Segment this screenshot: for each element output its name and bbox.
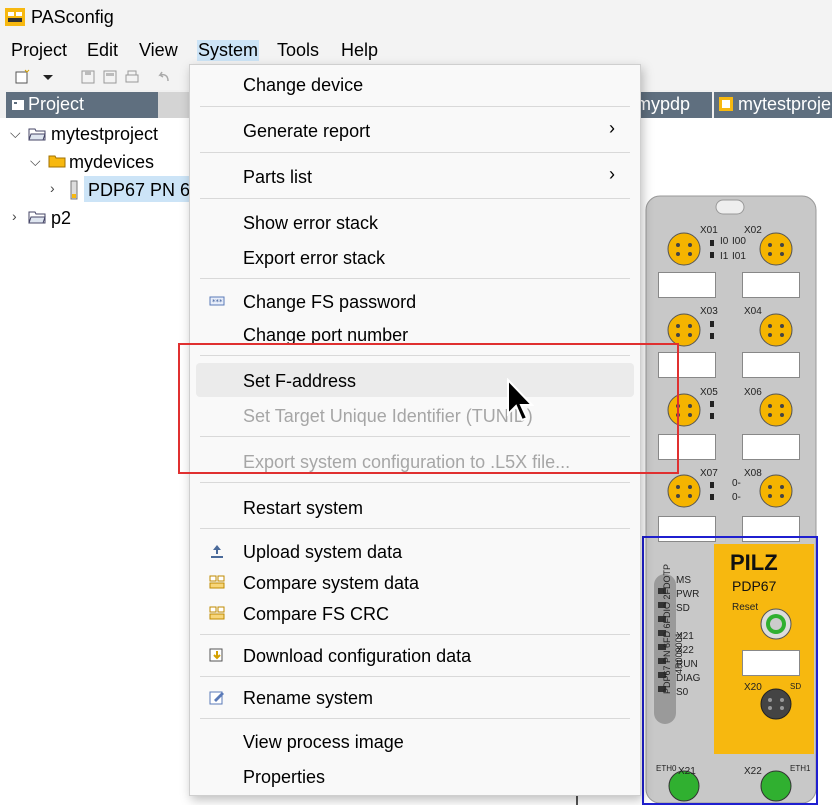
chevron-down-icon[interactable]: ⌵ bbox=[10, 125, 21, 142]
svg-text:***: *** bbox=[212, 298, 223, 306]
io-label: I01 bbox=[732, 251, 746, 262]
label-slot bbox=[658, 272, 716, 298]
menu-view[interactable]: View bbox=[138, 40, 179, 61]
chevron-right-icon[interactable]: › bbox=[12, 208, 17, 224]
project-icon bbox=[719, 97, 733, 111]
tree-item-mydevices[interactable]: mydevices bbox=[69, 152, 154, 173]
device-module-icon bbox=[70, 180, 78, 200]
tab-mytestproject[interactable]: mytestproje bbox=[714, 92, 832, 118]
menu-help[interactable]: Help bbox=[340, 40, 379, 61]
menu-item-rename-system[interactable]: Rename system bbox=[243, 688, 373, 709]
menu-item-change-device[interactable]: Change device bbox=[243, 75, 363, 96]
print-icon[interactable] bbox=[124, 69, 140, 85]
menu-separator bbox=[200, 634, 630, 635]
tab-label: mytestproje bbox=[738, 94, 832, 114]
device-folder-icon bbox=[48, 155, 66, 168]
port-label-x04: X04 bbox=[744, 306, 762, 317]
io-label: 0- bbox=[732, 478, 741, 489]
menu-item-change-fs-password[interactable]: Change FS password bbox=[243, 292, 416, 313]
label-slot bbox=[742, 434, 800, 460]
pasconfig-app-icon bbox=[5, 8, 25, 26]
port-label-x03: X03 bbox=[700, 306, 718, 317]
menu-item-properties[interactable]: Properties bbox=[243, 767, 325, 788]
dropdown-arrow-icon[interactable] bbox=[40, 69, 56, 85]
open-folder-icon bbox=[28, 211, 46, 224]
port-label-x02: X02 bbox=[744, 225, 762, 236]
menu-separator bbox=[200, 676, 630, 677]
menu-separator bbox=[200, 198, 630, 199]
mouse-cursor-icon bbox=[507, 378, 534, 422]
label-slot bbox=[742, 352, 800, 378]
project-manager-icon bbox=[12, 100, 24, 110]
io-label: I1 bbox=[720, 251, 729, 262]
io-label: I0 bbox=[720, 236, 729, 247]
chevron-down-icon[interactable]: ⌵ bbox=[30, 153, 41, 170]
tree-item-pdp67[interactable]: PDP67 PN 6F bbox=[88, 180, 201, 201]
label-slot bbox=[742, 272, 800, 298]
menu-project[interactable]: Project bbox=[10, 40, 68, 61]
io-label: 0- bbox=[732, 492, 741, 503]
undo-icon[interactable] bbox=[156, 69, 172, 85]
menu-system[interactable]: System bbox=[197, 40, 260, 61]
open-folder-icon bbox=[28, 128, 46, 141]
menu-item-download-configuration-data[interactable]: Download configuration data bbox=[243, 646, 471, 667]
menu-separator bbox=[200, 482, 630, 483]
menu-item-upload-system-data[interactable]: Upload system data bbox=[243, 542, 402, 563]
tree-item-mytestproject[interactable]: mytestproject bbox=[51, 124, 158, 145]
port-label-x07: X07 bbox=[700, 468, 718, 479]
menu-separator bbox=[200, 718, 630, 719]
window-title: PASconfig bbox=[31, 7, 114, 27]
compare-icon bbox=[209, 606, 225, 620]
menu-item-compare-system-data[interactable]: Compare system data bbox=[243, 573, 419, 594]
status-panel-highlight bbox=[642, 536, 818, 805]
rename-icon bbox=[209, 691, 224, 705]
submenu-arrow-icon: › bbox=[609, 118, 615, 138]
menu-edit[interactable]: Edit bbox=[86, 40, 119, 61]
submenu-arrow-icon: › bbox=[609, 164, 615, 184]
menu-separator bbox=[200, 278, 630, 279]
menu-separator bbox=[200, 152, 630, 153]
port-label-x06: X06 bbox=[744, 387, 762, 398]
chevron-right-icon[interactable]: › bbox=[50, 180, 55, 196]
menu-separator bbox=[200, 528, 630, 529]
menu-item-restart-system[interactable]: Restart system bbox=[243, 498, 363, 519]
tab-label: mypdp bbox=[636, 94, 691, 114]
download-icon bbox=[209, 648, 223, 662]
menu-tools[interactable]: Tools bbox=[276, 40, 320, 61]
io-label: I00 bbox=[732, 236, 746, 247]
port-label-x05: X05 bbox=[700, 387, 718, 398]
menu-item-parts-list[interactable]: Parts list bbox=[243, 167, 312, 188]
port-label-x01: X01 bbox=[700, 225, 718, 236]
password-icon: *** bbox=[209, 296, 225, 306]
compare-icon bbox=[209, 575, 225, 589]
menu-bar: Project Edit View System Tools Help bbox=[0, 36, 832, 64]
menu-item-generate-report[interactable]: Generate report bbox=[243, 121, 370, 142]
save-icon[interactable] bbox=[80, 69, 96, 85]
annotation-highlight-box bbox=[178, 343, 679, 474]
menu-item-compare-fs-crc[interactable]: Compare FS CRC bbox=[243, 604, 389, 625]
tab-project-manager[interactable]: Project manager bbox=[6, 92, 158, 135]
title-bar: PASconfig bbox=[0, 0, 832, 36]
new-project-icon[interactable] bbox=[14, 69, 30, 85]
tree-item-p2[interactable]: p2 bbox=[51, 208, 71, 229]
menu-item-view-process-image[interactable]: View process image bbox=[243, 732, 404, 753]
menu-separator bbox=[200, 106, 630, 107]
port-label-x08: X08 bbox=[744, 468, 762, 479]
upload-icon bbox=[211, 545, 223, 558]
menu-item-show-error-stack[interactable]: Show error stack bbox=[243, 213, 378, 234]
menu-item-export-error-stack[interactable]: Export error stack bbox=[243, 248, 385, 269]
save-all-icon[interactable] bbox=[102, 69, 118, 85]
